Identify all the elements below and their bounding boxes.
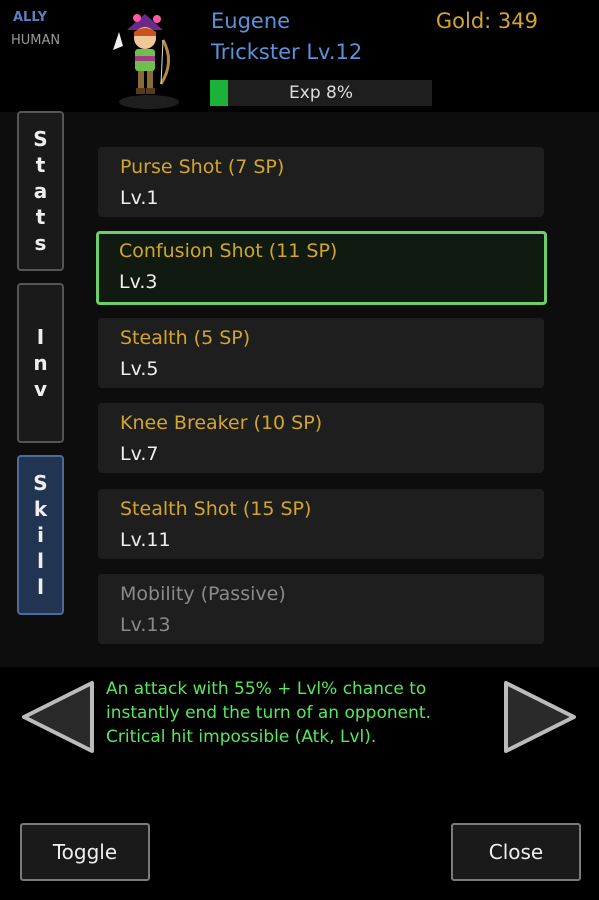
tab-letter: k	[33, 497, 48, 521]
faction-label: ALLY	[13, 10, 48, 25]
tab-letter: S	[33, 471, 48, 495]
skill-level: Lv.7	[120, 443, 159, 465]
skill-name: Purse Shot (7 SP)	[120, 156, 285, 178]
skill-item-confusion-shot[interactable]: Confusion Shot (11 SP) Lv.3	[96, 231, 547, 305]
tab-letter: I	[36, 325, 45, 349]
tab-letter: n	[33, 351, 48, 375]
character-portrait	[113, 14, 179, 109]
skill-item-knee-breaker[interactable]: Knee Breaker (10 SP) Lv.7	[98, 403, 544, 473]
previous-arrow-icon[interactable]	[18, 680, 98, 754]
description-line: instantly end the turn of an opponent.	[106, 703, 431, 723]
tab-letter: a	[33, 179, 48, 203]
skill-description: An attack with 55% + Lvl% chance to inst…	[106, 677, 506, 749]
character-class-level: Trickster Lv.12	[211, 40, 363, 64]
skill-level: Lv.11	[120, 529, 171, 551]
skill-level: Lv.13	[120, 614, 171, 636]
tab-skill[interactable]: Skill	[17, 455, 64, 615]
skill-name: Mobility (Passive)	[120, 583, 286, 605]
tab-letter: i	[37, 523, 44, 547]
character-header: ALLY HUMAN Eugene Trickster Lv.12 Gold: …	[0, 0, 599, 112]
close-button[interactable]: Close	[451, 823, 581, 881]
description-line: An attack with 55% + Lvl% chance to	[106, 679, 427, 699]
tab-stats[interactable]: Stats	[17, 111, 64, 271]
character-name: Eugene	[211, 9, 291, 33]
race-label: HUMAN	[11, 33, 61, 48]
skill-name: Stealth Shot (15 SP)	[120, 498, 312, 520]
tab-letter: t	[35, 205, 46, 229]
exp-bar: Exp 8%	[210, 80, 432, 106]
skill-name: Stealth (5 SP)	[120, 327, 251, 349]
toggle-button[interactable]: Toggle	[20, 823, 150, 881]
tab-inv[interactable]: Inv	[17, 283, 64, 443]
skill-item-purse-shot[interactable]: Purse Shot (7 SP) Lv.1	[98, 147, 544, 217]
exp-text: Exp 8%	[289, 83, 353, 103]
skill-name: Confusion Shot (11 SP)	[119, 240, 338, 262]
skill-level: Lv.3	[119, 271, 158, 293]
next-arrow-icon[interactable]	[500, 680, 580, 754]
skill-item-mobility[interactable]: Mobility (Passive) Lv.13	[98, 574, 544, 644]
skill-item-stealth-shot[interactable]: Stealth Shot (15 SP) Lv.11	[98, 489, 544, 559]
skill-name: Knee Breaker (10 SP)	[120, 412, 323, 434]
gold-counter: Gold: 349	[435, 9, 538, 33]
tab-letter: s	[34, 231, 47, 255]
tab-letter: t	[35, 153, 46, 177]
description-line: Critical hit impossible (Atk, Lvl).	[106, 727, 377, 747]
skill-level: Lv.5	[120, 358, 159, 380]
tab-letter: v	[33, 377, 48, 401]
tab-letter: S	[33, 127, 48, 151]
tab-letter: l	[37, 575, 44, 599]
skill-level: Lv.1	[120, 187, 159, 209]
skill-item-stealth[interactable]: Stealth (5 SP) Lv.5	[98, 318, 544, 388]
tab-letter: l	[37, 549, 44, 573]
